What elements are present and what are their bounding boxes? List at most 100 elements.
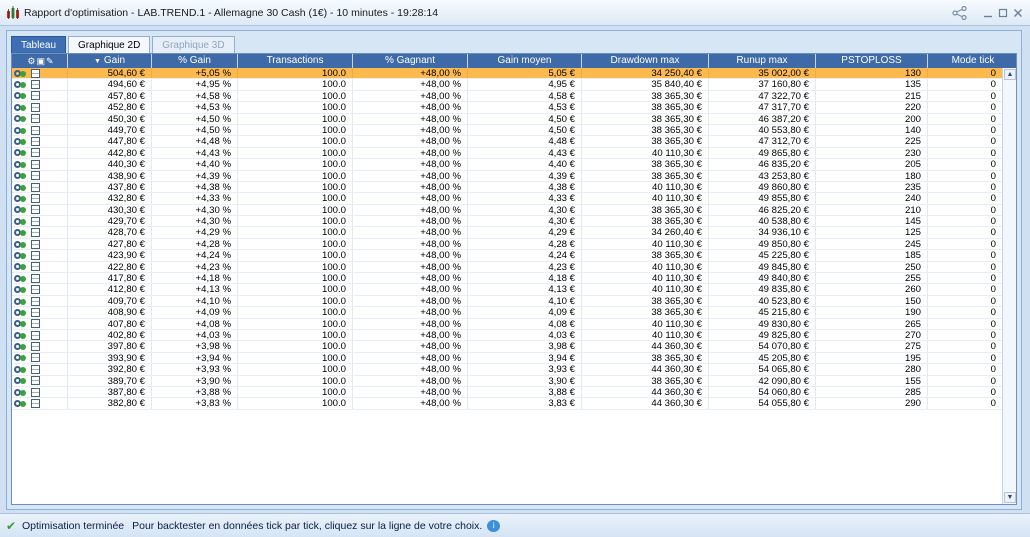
column-header-gain-moyen[interactable]: Gain moyen	[468, 54, 582, 68]
scroll-down-icon[interactable]: ▼	[1004, 492, 1016, 503]
backtest-gear-icon[interactable]	[14, 274, 27, 283]
save-disk-icon[interactable]	[31, 353, 40, 363]
save-disk-icon[interactable]	[31, 205, 40, 215]
backtest-gear-icon[interactable]	[14, 251, 27, 260]
backtest-gear-icon[interactable]	[14, 285, 27, 294]
table-row[interactable]: 392,80 € +3,93 % 100.0 +48,00 % 3,93 €44 360…	[12, 364, 1002, 376]
backtest-gear-icon[interactable]	[14, 183, 27, 192]
save-disk-icon[interactable]	[31, 342, 40, 352]
save-disk-icon[interactable]	[31, 216, 40, 226]
backtest-gear-icon[interactable]	[14, 262, 27, 271]
table-row[interactable]: 449,70 € +4,50 % 100.0 +48,00 % 4,50 €38 365…	[12, 124, 1002, 137]
backtest-gear-icon[interactable]	[14, 194, 27, 203]
save-disk-icon[interactable]	[31, 330, 40, 340]
column-header-runup-max[interactable]: Runup max	[709, 54, 816, 68]
gear-icon[interactable]: ⚙	[27, 54, 35, 68]
column-header-gain[interactable]: ▼ Gain	[68, 54, 152, 68]
table-row[interactable]: 442,80 € +4,43 % 100.0 +48,00 % 4,43 €40 110…	[12, 147, 1002, 160]
info-bubble-icon[interactable]: i	[487, 519, 501, 532]
table-row[interactable]: 409,70 € +4,10 % 100.0 +48,00 % 4,10 €38 365…	[12, 295, 1002, 308]
save-disk-icon[interactable]	[31, 387, 40, 397]
table-row[interactable]: 427,80 € +4,28 % 100.0 +48,00 % 4,28 €40 110…	[12, 238, 1002, 251]
save-disk-icon[interactable]	[31, 182, 40, 192]
backtest-gear-icon[interactable]	[14, 171, 27, 180]
backtest-gear-icon[interactable]	[14, 91, 27, 100]
table-row[interactable]: 407,80 € +4,08 % 100.0 +48,00 % 4,08 €40 110…	[12, 318, 1002, 330]
tab-graphique-2d[interactable]: Graphique 2D	[68, 36, 151, 54]
backtest-gear-icon[interactable]	[14, 240, 27, 249]
column-header-pstoploss[interactable]: PSTOPLOSS	[816, 54, 928, 68]
column-header-pct-gain[interactable]: % Gain	[152, 54, 238, 68]
backtest-gear-icon[interactable]	[14, 308, 27, 317]
minimize-icon[interactable]	[980, 4, 996, 22]
share-icon[interactable]	[950, 4, 970, 22]
save-disk-icon[interactable]	[31, 114, 40, 124]
save-disk-icon[interactable]	[31, 228, 40, 238]
save-disk-icon[interactable]	[31, 171, 40, 181]
save-disk-icon[interactable]	[31, 68, 40, 78]
backtest-gear-icon[interactable]	[14, 365, 27, 374]
backtest-gear-icon[interactable]	[14, 80, 27, 89]
save-disk-icon[interactable]	[31, 296, 40, 306]
save-disk-icon[interactable]	[31, 148, 40, 158]
table-row[interactable]: 387,80 € +3,88 % 100.0 +48,00 % 3,88 €44 360…	[12, 386, 1002, 399]
save-disk-icon[interactable]	[31, 262, 40, 272]
save-disk-icon[interactable]	[31, 137, 40, 147]
backtest-gear-icon[interactable]	[14, 399, 27, 408]
maximize-icon[interactable]	[995, 4, 1011, 22]
backtest-gear-icon[interactable]	[14, 331, 27, 340]
backtest-gear-icon[interactable]	[14, 205, 27, 214]
backtest-gear-icon[interactable]	[14, 69, 27, 78]
backtest-gear-icon[interactable]	[14, 342, 27, 351]
table-row[interactable]: 450,30 € +4,50 % 100.0 +48,00 % 4,50 €38 365…	[12, 113, 1002, 125]
table-row[interactable]: 452,80 € +4,53 % 100.0 +48,00 % 4,53 €38 365…	[12, 102, 1002, 114]
save-disk-icon[interactable]	[31, 364, 40, 374]
vertical-scrollbar[interactable]: ▲ ▼	[1002, 68, 1016, 504]
table-row[interactable]: 494,60 € +4,95 % 100.0 +48,00 % 4,95 €35 840…	[12, 79, 1002, 91]
column-header-pct-gagnant[interactable]: % Gagnant	[353, 54, 468, 68]
save-disk-icon[interactable]	[31, 239, 40, 249]
table-row[interactable]: 432,80 € +4,33 % 100.0 +48,00 % 4,33 €40 110…	[12, 193, 1002, 205]
table-row[interactable]: 422,80 € +4,23 % 100.0 +48,00 % 4,23 €40 110…	[12, 261, 1002, 274]
backtest-gear-icon[interactable]	[14, 114, 27, 123]
wrench-icon[interactable]: ✎	[46, 54, 54, 68]
table-row[interactable]: 393,90 € +3,94 % 100.0 +48,00 % 3,94 €38 365…	[12, 352, 1002, 365]
backtest-gear-icon[interactable]	[14, 319, 27, 328]
tab-tableau[interactable]: Tableau	[11, 36, 67, 54]
backtest-gear-icon[interactable]	[14, 376, 27, 385]
save-disk-icon[interactable]	[31, 399, 40, 409]
backtest-gear-icon[interactable]	[14, 297, 27, 306]
close-icon[interactable]	[1010, 4, 1026, 22]
table-row[interactable]: 447,80 € +4,48 % 100.0 +48,00 % 4,48 €38 365…	[12, 136, 1002, 148]
table-row[interactable]: 389,70 € +3,90 % 100.0 +48,00 % 3,90 €38 365…	[12, 375, 1002, 387]
backtest-gear-icon[interactable]	[14, 388, 27, 397]
column-header-transactions[interactable]: Transactions	[238, 54, 353, 68]
table-row[interactable]: 397,80 € +3,98 % 100.0 +48,00 % 3,98 €44 360…	[12, 341, 1002, 353]
table-row[interactable]: 408,90 € +4,09 % 100.0 +48,00 % 4,09 €38 365…	[12, 307, 1002, 319]
scroll-up-icon[interactable]: ▲	[1004, 69, 1016, 80]
backtest-gear-icon[interactable]	[14, 217, 27, 226]
backtest-gear-icon[interactable]	[14, 148, 27, 157]
table-row[interactable]: 457,80 € +4,58 % 100.0 +48,00 % 4,58 €38 365…	[12, 90, 1002, 103]
save-disk-icon[interactable]	[31, 125, 40, 135]
save-disk-icon[interactable]	[31, 91, 40, 101]
table-row[interactable]: 437,80 € +4,38 % 100.0 +48,00 % 4,38 €40 110…	[12, 181, 1002, 194]
table-row[interactable]: 423,90 € +4,24 % 100.0 +48,00 % 4,24 €38 365…	[12, 250, 1002, 262]
save-disk-icon[interactable]	[31, 307, 40, 317]
table-row[interactable]: 429,70 € +4,30 % 100.0 +48,00 % 4,30 €38 365…	[12, 216, 1002, 228]
save-disk-icon[interactable]	[31, 193, 40, 203]
backtest-gear-icon[interactable]	[14, 137, 27, 146]
table-row[interactable]: 402,80 € +4,03 % 100.0 +48,00 % 4,03 €40 110…	[12, 329, 1002, 342]
column-header-mode-tick[interactable]: Mode tick	[928, 54, 1016, 68]
save-disk-icon[interactable]	[31, 159, 40, 169]
save-disk-icon[interactable]: ▣	[37, 54, 46, 68]
save-disk-icon[interactable]	[31, 285, 40, 295]
save-disk-icon[interactable]	[31, 80, 40, 90]
save-disk-icon[interactable]	[31, 273, 40, 283]
save-disk-icon[interactable]	[31, 376, 40, 386]
table-row[interactable]: 440,30 € +4,40 % 100.0 +48,00 % 4,40 €38 365…	[12, 159, 1002, 171]
backtest-gear-icon[interactable]	[14, 353, 27, 362]
save-disk-icon[interactable]	[31, 250, 40, 260]
table-row[interactable]: 382,80 € +3,83 % 100.0 +48,00 % 3,83 €44 360…	[12, 398, 1002, 410]
table-row[interactable]: 430,30 € +4,30 % 100.0 +48,00 % 4,30 €38 365…	[12, 204, 1002, 217]
